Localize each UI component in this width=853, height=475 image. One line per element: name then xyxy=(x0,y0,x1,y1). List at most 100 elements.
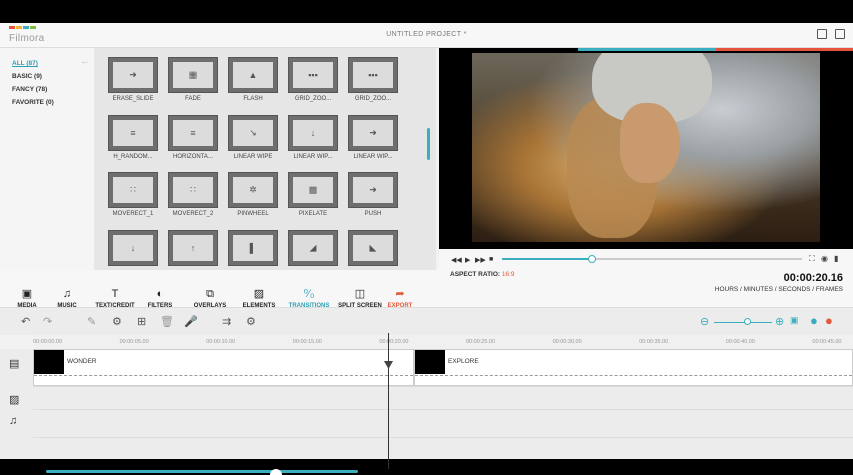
toolbar-overlays-button[interactable]: ⧉ OVERLAYS xyxy=(187,270,233,309)
redo-icon[interactable]: ↷ xyxy=(43,315,52,328)
ruler-tick: 00:00:15.00 xyxy=(292,339,322,345)
transition-tile[interactable]: ↑ xyxy=(168,230,218,266)
seek-knob[interactable] xyxy=(588,255,596,263)
toolbar-elements-button[interactable]: ▨ ELEMENTS xyxy=(236,270,282,309)
voiceover-icon[interactable]: 🎤 xyxy=(184,315,198,328)
transition-tile[interactable]: ▩ xyxy=(288,172,338,208)
transition-preview-icon: ▪▪▪ xyxy=(368,70,378,80)
transition-preview-icon: ↓ xyxy=(130,243,136,253)
toolbar-export-button[interactable]: ➦ EXPORT xyxy=(380,270,420,309)
transition-tile[interactable]: ↓ xyxy=(288,115,338,151)
transition-tile[interactable]: ➜ xyxy=(348,172,398,208)
save-icon[interactable] xyxy=(817,29,827,39)
export-icon: ➦ xyxy=(395,288,405,300)
toolbar-split-screen-button[interactable]: ◫ SPLIT SCREEN xyxy=(334,270,386,309)
track-divider xyxy=(33,437,853,438)
transition-tile[interactable]: ▦ xyxy=(168,57,218,93)
playhead[interactable] xyxy=(388,333,389,469)
edit-icon[interactable]: ✎ xyxy=(87,315,96,328)
crop-icon[interactable]: ⊞ xyxy=(137,315,146,328)
zoom-in-icon[interactable]: ⊕ xyxy=(775,315,784,328)
play-icon[interactable]: ▶ xyxy=(465,256,470,264)
transition-tile[interactable]: ↓ xyxy=(108,230,158,266)
category-fancy[interactable]: FANCY (78) xyxy=(12,86,47,93)
clip-wonder[interactable]: WONDER xyxy=(33,349,414,386)
transition-preview-icon: ✲ xyxy=(249,184,257,195)
transition-label: HORIZONTA... xyxy=(173,154,213,160)
transition-tile[interactable]: ◢ xyxy=(288,230,338,266)
text-icon: T xyxy=(111,288,119,300)
transition-tile[interactable]: ≡ xyxy=(168,115,218,151)
rewind-icon[interactable]: ◀◀ xyxy=(451,256,462,264)
aspect-value: 16:9 xyxy=(501,271,515,278)
category-panel: ALL (87) BASIC (9) FANCY (78) FAVORITE (… xyxy=(0,48,94,270)
transition-label: PUSH xyxy=(364,211,382,217)
toolbar-text-credit-button[interactable]: T TEXT/CREDIT xyxy=(90,270,140,309)
transition-preview-icon: ▲ xyxy=(248,70,258,80)
zoom-out-icon[interactable]: ⊖ xyxy=(700,315,709,328)
transition-label: MOVERECT_2 xyxy=(172,211,214,217)
transition-label: LINEAR WIP... xyxy=(293,154,333,160)
fullscreen-icon[interactable] xyxy=(835,29,845,39)
seek-bar[interactable] xyxy=(502,255,802,263)
zoom-slider[interactable] xyxy=(714,322,772,323)
toolbar-filters-button[interactable]: ◐ FILTERS xyxy=(143,270,177,309)
transition-tile[interactable]: ➜ xyxy=(108,57,158,93)
grid-scrollbar[interactable] xyxy=(427,128,430,160)
timeline-scrollbar[interactable] xyxy=(46,470,358,473)
transition-tile[interactable]: ↘ xyxy=(228,115,278,151)
transition-tile[interactable]: ▲ xyxy=(228,57,278,93)
snapshot-icon[interactable]: ◉ xyxy=(821,254,828,263)
clip-explore[interactable]: EXPLORE xyxy=(414,349,853,386)
category-favorite[interactable]: FAVORITE (0) xyxy=(12,99,54,106)
transition-tile[interactable]: ▪▪▪ xyxy=(288,57,338,93)
delete-icon[interactable]: 🗑 xyxy=(160,315,174,328)
transition-tile[interactable]: ➜ xyxy=(348,115,398,151)
fullscreen-icon[interactable]: ⛶ xyxy=(809,254,815,264)
project-title: UNTITLED PROJECT * xyxy=(386,31,467,38)
transition-preview-icon: ≡ xyxy=(190,128,196,138)
transition-tile[interactable]: ▌ xyxy=(228,230,278,266)
timeline-toolbar: ↶ ↷ ✎ ⚙ ⊞ 🗑 🎤 ⇉ ⚙ ⊖ ⊕ ▣ ● ● xyxy=(0,307,853,335)
transition-preview-icon: ➜ xyxy=(369,184,377,195)
ruler-tick: 00:00:35.00 xyxy=(639,339,669,345)
ruler-tick: 00:00:05.00 xyxy=(119,339,149,345)
split-screen-icon: ◫ xyxy=(354,288,366,300)
zoom-knob[interactable] xyxy=(744,318,751,325)
ruler-tick: 00:00:25.00 xyxy=(466,339,496,345)
fit-icon[interactable]: ▣ xyxy=(790,315,799,326)
transitions-grid: ➜ ERASE_SLIDE ▦ FADE ▲ FLASH ▪▪▪ GRID_ZOO... ▪▪▪… xyxy=(94,48,436,270)
adjust-icon[interactable]: ⚙ xyxy=(112,315,122,328)
timeline-ruler[interactable]: 00:00:00.00 00:00:05.00 00:00:10.00 00:00:1… xyxy=(33,335,853,349)
category-basic[interactable]: BASIC (9) xyxy=(12,73,42,80)
record-icon[interactable]: ● xyxy=(810,313,818,328)
volume-icon[interactable]: ▮ xyxy=(834,254,838,263)
ruler-tick: 00:00:00.00 xyxy=(33,339,63,345)
transition-tile[interactable]: ≡ xyxy=(108,115,158,151)
transition-preview-icon: ↓ xyxy=(310,128,316,138)
transition-tile[interactable]: ∷ xyxy=(168,172,218,208)
stop-icon[interactable]: ■ xyxy=(489,256,493,263)
media-toolbar: ▣ MEDIA ♫ MUSIC T TEXT/CREDIT ◐ FILTERS ⧉ OVERLAY… xyxy=(0,270,439,309)
transition-label: LINEAR WIP... xyxy=(353,154,393,160)
transition-preview-icon: ▩ xyxy=(308,184,318,195)
undo-icon[interactable]: ↶ xyxy=(21,315,30,328)
aspect-ratio: ASPECT RATIO: 16:9 xyxy=(450,271,515,278)
filter-icon: ◐ xyxy=(156,288,164,300)
record-screen-icon[interactable]: ● xyxy=(825,313,833,328)
back-arrow-icon[interactable]: ← xyxy=(80,56,90,67)
forward-icon[interactable]: ▶▶ xyxy=(475,256,486,264)
transition-tile[interactable]: ✲ xyxy=(228,172,278,208)
transition-tile[interactable]: ▪▪▪ xyxy=(348,57,398,93)
settings-icon[interactable]: ⚙ xyxy=(246,315,256,328)
transitions-icon: ⁰⁄₀ xyxy=(303,288,315,300)
transition-tile[interactable]: ◣ xyxy=(348,230,398,266)
toolbar-media-button[interactable]: ▣ MEDIA xyxy=(10,270,44,309)
transition-tile[interactable]: ∷ xyxy=(108,172,158,208)
category-all[interactable]: ALL (87) xyxy=(12,60,38,67)
detach-audio-icon[interactable]: ⇉ xyxy=(222,315,231,328)
toolbar-transitions-button[interactable]: ⁰⁄₀ TRANSITIONS xyxy=(284,270,334,309)
transition-label: FLASH xyxy=(243,96,263,102)
toolbar-music-button[interactable]: ♫ MUSIC xyxy=(50,270,84,309)
transition-label: ERASE_SLIDE xyxy=(112,96,154,102)
